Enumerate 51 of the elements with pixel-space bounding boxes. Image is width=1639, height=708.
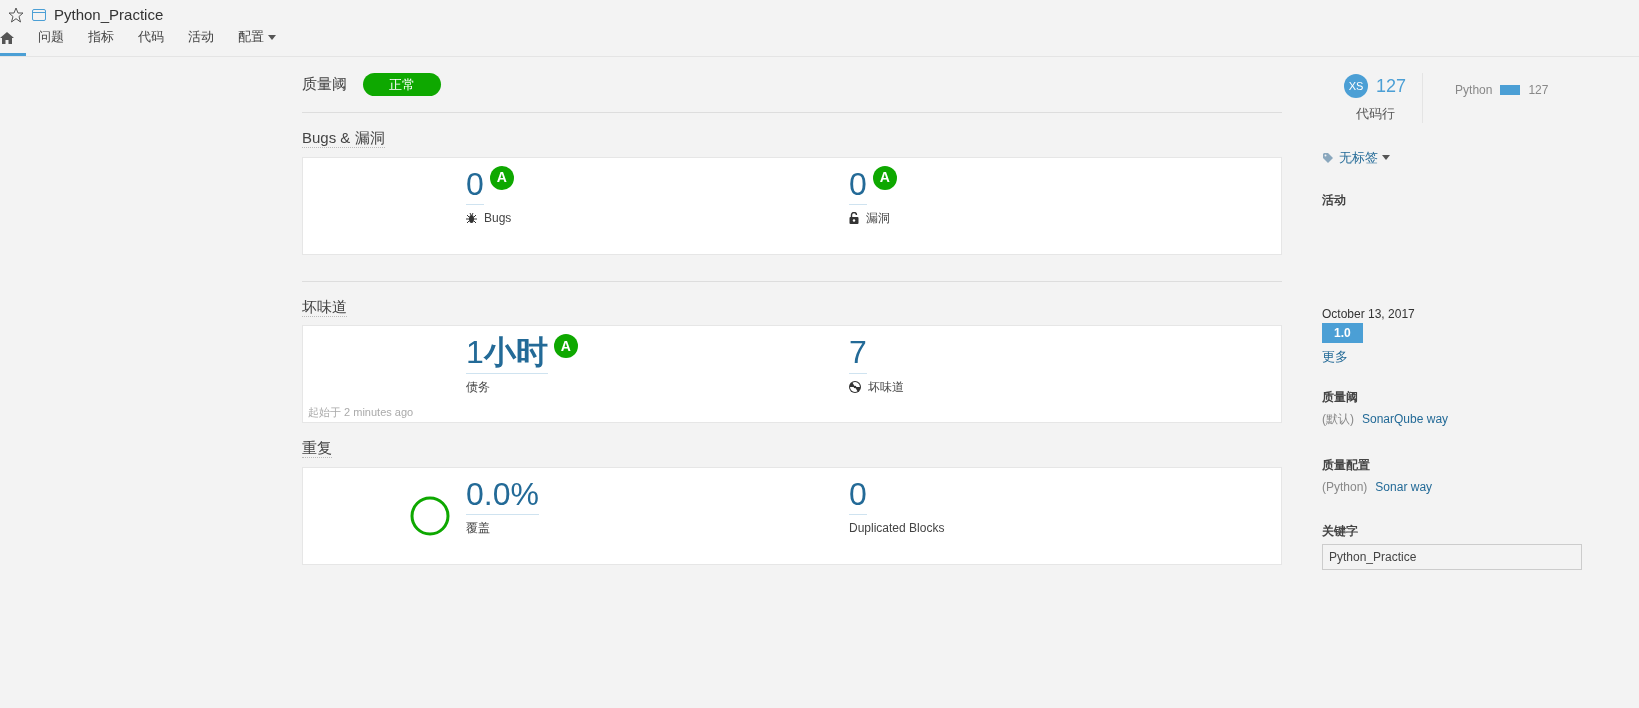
status-pill: 正常 [363, 72, 441, 96]
more-link[interactable]: 更多 [1322, 348, 1348, 364]
metric-label: 覆盖 [466, 520, 490, 538]
metric-label: 坏味道 [868, 378, 904, 396]
caret-icon [267, 35, 276, 41]
radiation-icon [849, 380, 861, 393]
quality-gate-link[interactable]: SonarQube way [1362, 410, 1449, 428]
language-bar [1500, 84, 1521, 95]
sidebar-heading: 质量阈 [1322, 389, 1359, 406]
star-icon[interactable] [8, 7, 24, 24]
rating-badge: A [872, 165, 897, 190]
metric-value[interactable]: 0.0% [466, 475, 539, 516]
profile-language: (Python) [1322, 479, 1368, 496]
profile-language: (默认) [1322, 411, 1354, 428]
quality-profile-link[interactable]: Sonar way [1375, 478, 1433, 496]
metric-label: Bugs [484, 210, 512, 228]
unlocked-padlock-icon [849, 212, 859, 225]
key-field[interactable]: Python_Practice [1322, 544, 1582, 570]
language-lines: 127 [1528, 81, 1549, 99]
metric-value[interactable]: 0 [849, 475, 867, 516]
metric-label: 债务 [466, 378, 490, 396]
size-badge: XS [1344, 74, 1368, 98]
sidebar-heading: 质量配置 [1322, 457, 1371, 474]
rating-badge: A [489, 165, 514, 190]
ring-chart [410, 495, 450, 536]
lines-label: 代码行 [1354, 104, 1396, 123]
section-heading: 重复 [302, 439, 332, 458]
metric-value[interactable]: 1小时 [466, 334, 548, 374]
language-name: Python [1455, 81, 1493, 99]
home-icon [0, 31, 14, 44]
section-heading: Bugs & 漏洞 [302, 129, 385, 148]
metric-value[interactable]: 0 [466, 165, 484, 206]
metric-label: Duplicated Blocks [849, 520, 945, 538]
section-heading: 坏味道 [302, 297, 347, 317]
tag-icon [1323, 152, 1335, 163]
bug-icon [466, 212, 477, 225]
since-note: 起始于 2 minutes ago [308, 404, 414, 420]
version-tag: 1.0 [1322, 322, 1363, 343]
nav-tab[interactable]: 活动 [176, 19, 226, 56]
metric-label: 漏洞 [866, 210, 890, 228]
tags-dropdown[interactable]: 无标签 [1322, 147, 1391, 169]
metric-value[interactable]: 0 [849, 165, 867, 206]
activity-heading: 活动 [1322, 191, 1347, 209]
folder-icon [32, 9, 46, 22]
sidebar-heading: 关键字 [1322, 523, 1359, 540]
caret-icon [1382, 155, 1390, 161]
quality-gate-label: 质量阈 [302, 74, 347, 94]
metric-value[interactable]: 7 [849, 334, 867, 374]
rating-badge: A [553, 334, 578, 358]
nav-tab[interactable]: 配置 [226, 19, 288, 56]
activity-date: October 13, 2017 [1322, 305, 1416, 323]
